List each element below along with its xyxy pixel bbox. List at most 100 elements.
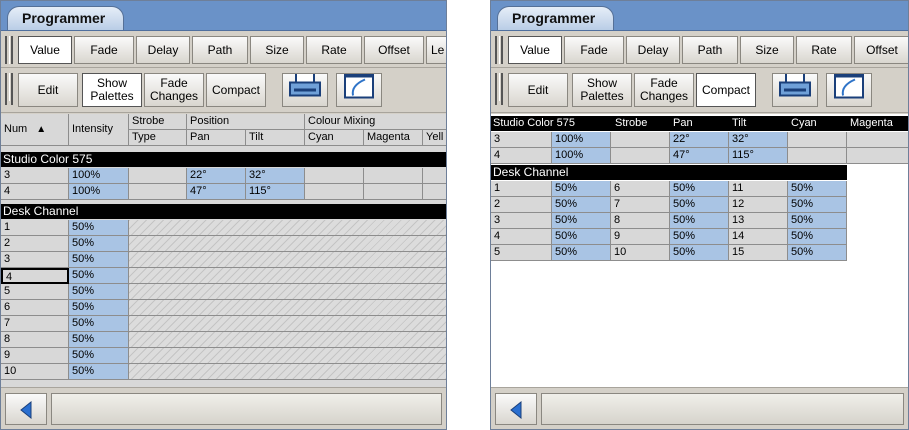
col-header-colour-mixing[interactable]: Colour Mixing: [305, 114, 446, 130]
intensity-value: 50%: [788, 245, 847, 261]
window-button[interactable]: [336, 73, 382, 107]
toolbar-attributes: Value Fade Delay Path Size Rate Offset: [491, 32, 908, 68]
col-header-strobe[interactable]: Strobe: [129, 114, 187, 130]
unused-cells: [129, 268, 446, 284]
table-row[interactable]: 6 50%: [1, 300, 446, 316]
tab-path[interactable]: Path: [192, 36, 248, 64]
table-row[interactable]: 4 100% 47° 115°: [491, 148, 908, 164]
tab-offset[interactable]: Offset: [364, 36, 424, 64]
col-header-pan[interactable]: Pan: [187, 130, 246, 146]
table-row[interactable]: 9 50%: [1, 348, 446, 364]
tab-value[interactable]: Value: [18, 36, 72, 64]
col-header-magenta[interactable]: Magenta: [364, 130, 423, 146]
col-header-num[interactable]: Num ▲: [1, 114, 69, 146]
tab-rate[interactable]: Rate: [306, 36, 362, 64]
programmer-grid: Num ▲ Intensity Strobe Type Position Pan…: [1, 114, 446, 389]
col-header-cyan[interactable]: Cyan: [305, 130, 364, 146]
magenta-value: [847, 148, 908, 164]
show-palettes-button[interactable]: Show Palettes: [572, 73, 632, 107]
toolbar-grip[interactable]: [5, 73, 13, 105]
tab-size[interactable]: Size: [250, 36, 304, 64]
scroll-track[interactable]: [541, 393, 904, 425]
fixture-num: 3: [1, 168, 69, 184]
tab-level[interactable]: Le: [426, 36, 446, 64]
printer-icon: [288, 74, 322, 106]
intensity-value: 50%: [69, 348, 129, 364]
edit-button[interactable]: Edit: [18, 73, 78, 107]
col-header-strobe-type[interactable]: Type: [129, 130, 187, 146]
table-row[interactable]: 3 100% 22° 32°: [491, 132, 908, 148]
toolbar-options: Edit Show Palettes Fade Changes Compact: [491, 69, 908, 113]
col-header-pan[interactable]: Pan: [673, 116, 693, 131]
table-row[interactable]: 5 50% 10 50% 15 50%: [491, 245, 847, 261]
show-palettes-button[interactable]: Show Palettes: [82, 73, 142, 107]
toolbar-grip[interactable]: [495, 36, 503, 64]
yellow-value: [423, 168, 446, 184]
table-row[interactable]: 5 50%: [1, 284, 446, 300]
intensity-value: 50%: [788, 181, 847, 197]
edit-button[interactable]: Edit: [508, 73, 568, 107]
unused-cells: [129, 284, 446, 300]
table-row[interactable]: 2 50%: [1, 236, 446, 252]
intensity-value: 50%: [552, 229, 611, 245]
scroll-bar: [491, 387, 908, 429]
col-header-intensity[interactable]: Intensity: [69, 114, 129, 146]
intensity-value: 100%: [552, 148, 611, 164]
toolbar-grip[interactable]: [495, 73, 503, 105]
tab-size[interactable]: Size: [740, 36, 794, 64]
channel-num: 7: [1, 316, 69, 332]
table-row[interactable]: 3 100% 22° 32°: [1, 168, 446, 184]
fade-changes-button[interactable]: Fade Changes: [634, 73, 694, 107]
table-row[interactable]: 2 50% 7 50% 12 50%: [491, 197, 847, 213]
table-row[interactable]: 8 50%: [1, 332, 446, 348]
table-row[interactable]: 1 50%: [1, 220, 446, 236]
tab-fade[interactable]: Fade: [74, 36, 134, 64]
compact-button[interactable]: Compact: [696, 73, 756, 107]
channel-num: 6: [1, 300, 69, 316]
tab-offset[interactable]: Offset: [854, 36, 908, 64]
table-row[interactable]: 4 50%: [1, 268, 446, 284]
table-row[interactable]: 3 50% 8 50% 13 50%: [491, 213, 847, 229]
tab-fade[interactable]: Fade: [564, 36, 624, 64]
table-row[interactable]: 1 50% 6 50% 11 50%: [491, 181, 847, 197]
programmer-window-right: Programmer Value Fade Delay Path Size Ra…: [490, 0, 909, 430]
col-header-yellow[interactable]: Yell: [423, 130, 446, 146]
window-button[interactable]: [826, 73, 872, 107]
channel-num: 14: [729, 229, 788, 245]
print-button[interactable]: [772, 73, 818, 107]
title-bar: Programmer: [491, 1, 908, 31]
arrow-left-icon: [508, 400, 524, 422]
intensity-value: 50%: [69, 220, 129, 236]
table-row[interactable]: 7 50%: [1, 316, 446, 332]
cyan-value: [788, 132, 847, 148]
tab-delay[interactable]: Delay: [626, 36, 680, 64]
table-row[interactable]: 3 50%: [1, 252, 446, 268]
scroll-left-button[interactable]: [5, 393, 47, 425]
col-header-cyan[interactable]: Cyan: [791, 116, 817, 131]
show-palettes-label-2: Palettes: [580, 89, 624, 103]
col-header-position[interactable]: Position: [187, 114, 305, 130]
intensity-value: 100%: [69, 184, 129, 200]
fade-changes-button[interactable]: Fade Changes: [144, 73, 204, 107]
scroll-track[interactable]: [51, 393, 442, 425]
tab-path[interactable]: Path: [682, 36, 738, 64]
unused-cells: [129, 300, 446, 316]
compact-button[interactable]: Compact: [206, 73, 266, 107]
col-header-strobe[interactable]: Strobe: [615, 116, 647, 131]
tab-value[interactable]: Value: [508, 36, 562, 64]
tab-delay[interactable]: Delay: [136, 36, 190, 64]
col-header-tilt[interactable]: Tilt: [732, 116, 746, 131]
scroll-left-button[interactable]: [495, 393, 537, 425]
toolbar-grip[interactable]: [5, 36, 13, 64]
table-row[interactable]: 4 100% 47° 115°: [1, 184, 446, 200]
programmer-grid-compact: Studio Color 575 Strobe Pan Tilt Cyan Ma…: [491, 114, 908, 389]
table-row[interactable]: 10 50%: [1, 364, 446, 380]
unused-cells: [129, 348, 446, 364]
fade-changes-label-2: Changes: [149, 89, 199, 103]
col-header-magenta[interactable]: Magenta: [850, 116, 893, 131]
table-row[interactable]: 4 50% 9 50% 14 50%: [491, 229, 847, 245]
yellow-value: [423, 184, 446, 200]
print-button[interactable]: [282, 73, 328, 107]
tab-rate[interactable]: Rate: [796, 36, 852, 64]
col-header-tilt[interactable]: Tilt: [246, 130, 305, 146]
